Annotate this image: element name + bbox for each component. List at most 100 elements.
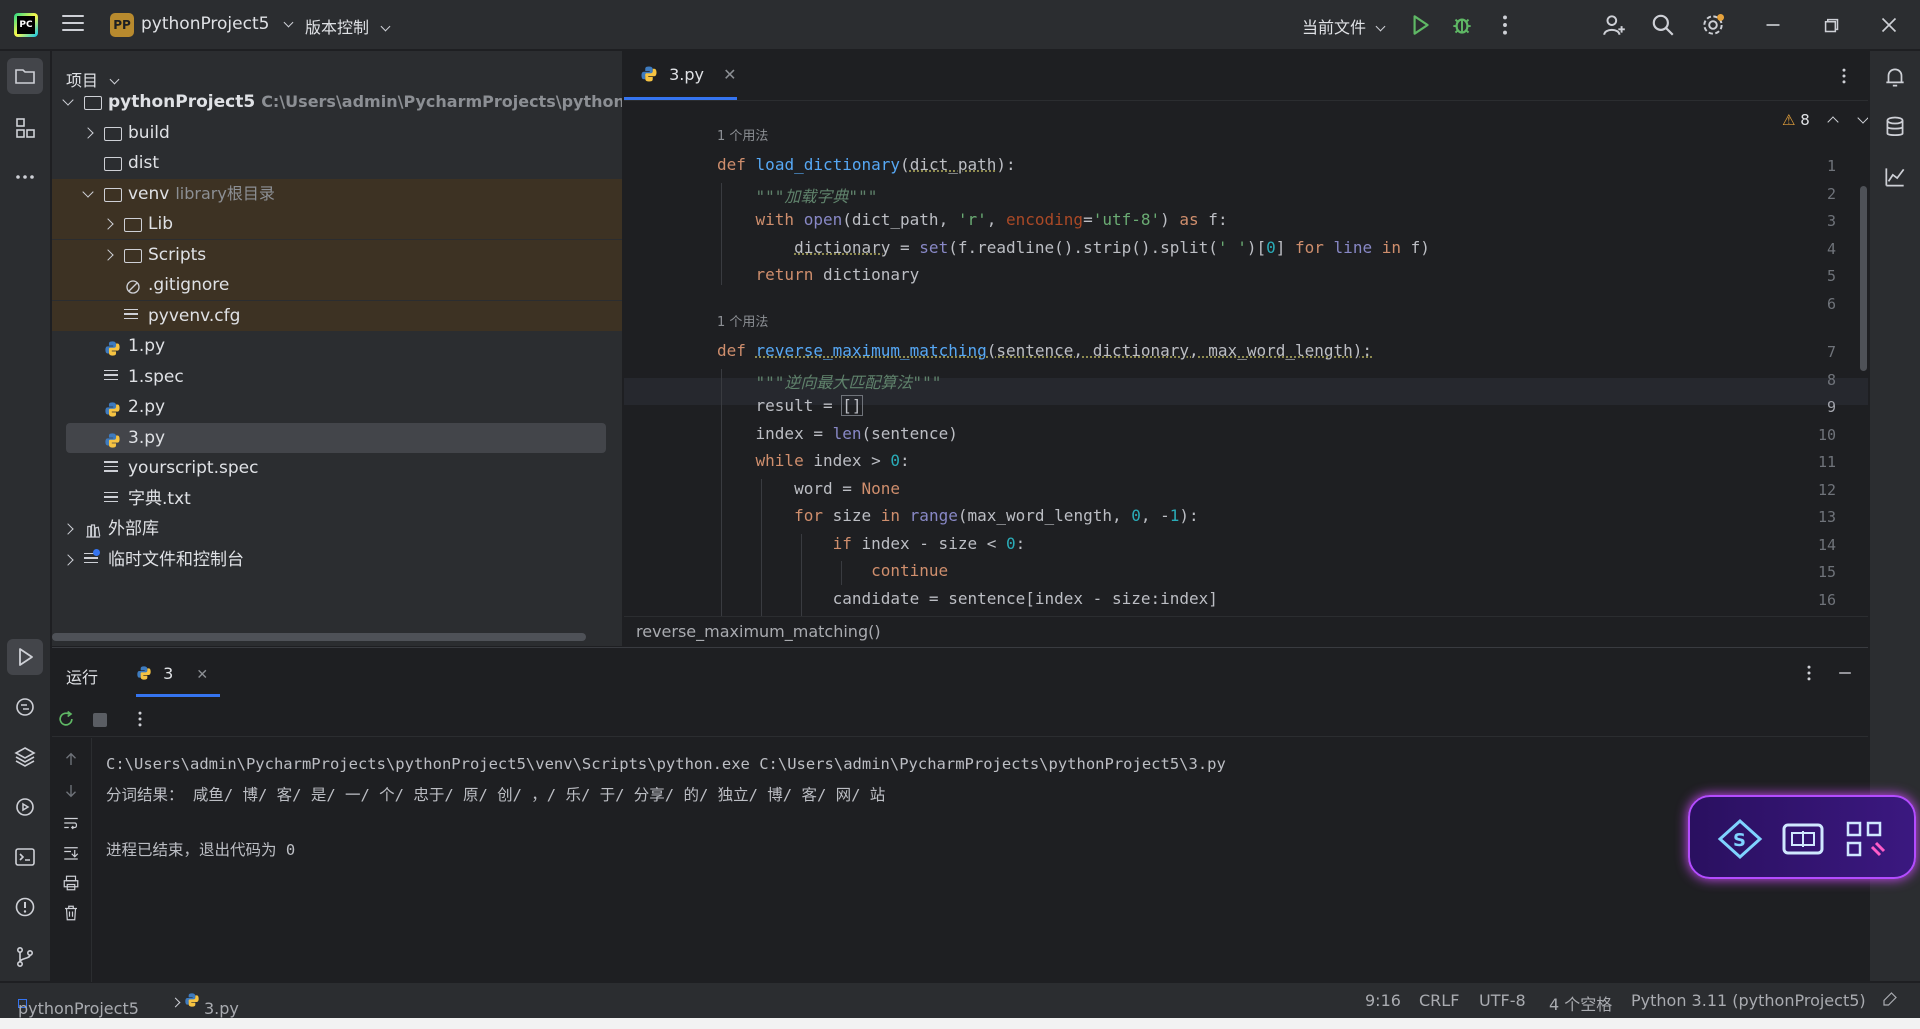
problems-button[interactable]: [7, 889, 43, 925]
chevron-down-icon[interactable]: [82, 185, 94, 198]
horizontal-scrollbar[interactable]: [52, 633, 586, 641]
line-number[interactable]: 1: [1778, 157, 1868, 175]
git-button[interactable]: [7, 939, 43, 975]
line-number[interactable]: 13: [1778, 508, 1868, 526]
editor-vertical-scrollbar[interactable]: [1860, 186, 1867, 371]
add-user-icon[interactable]: [1601, 12, 1627, 38]
editor-breadcrumb[interactable]: reverse_maximum_matching(): [624, 616, 1868, 646]
line-number[interactable]: 15: [1778, 563, 1868, 581]
code-line[interactable]: """逆向最大匹配算法""": [717, 369, 942, 393]
tree-item[interactable]: 临时文件和控制台: [52, 545, 622, 575]
tree-item[interactable]: .gitignore: [52, 270, 622, 300]
line-number[interactable]: 8: [1778, 371, 1868, 389]
line-number[interactable]: 16: [1778, 591, 1868, 609]
rerun-icon[interactable]: [56, 709, 76, 729]
tree-item[interactable]: 外部库: [52, 514, 622, 544]
line-number[interactable]: 6: [1778, 295, 1868, 313]
scroll-to-end-icon[interactable]: [62, 844, 80, 862]
sciview-icon[interactable]: [1882, 164, 1908, 190]
chevron-right-icon[interactable]: [62, 553, 74, 566]
services-button[interactable]: [7, 789, 43, 825]
vcs-menu[interactable]: 版本控制: [305, 14, 391, 38]
python-console-button[interactable]: [7, 689, 43, 725]
soft-wrap-icon[interactable]: [62, 814, 80, 832]
code-line[interactable]: candidate = sentence[index - size:index]: [717, 589, 1218, 608]
tree-item[interactable]: venv library根目录: [52, 178, 622, 209]
editor-tab-3py[interactable]: 3.py ✕: [640, 65, 736, 84]
line-number[interactable]: 11: [1778, 453, 1868, 471]
code-line[interactable]: def load_dictionary(dict_path):: [717, 155, 1016, 174]
code-line[interactable]: for size in range(max_word_length, 0, -1…: [717, 506, 1199, 525]
minimize-icon[interactable]: [1760, 12, 1786, 38]
arrow-up-icon[interactable]: [62, 750, 80, 768]
line-number[interactable]: 12: [1778, 481, 1868, 499]
python-interpreter[interactable]: Python 3.11 (pythonProject5): [1631, 991, 1866, 1010]
tree-item[interactable]: Lib: [52, 209, 622, 239]
code-line[interactable]: result = []: [717, 395, 863, 416]
floating-overlay-widget[interactable]: S: [1688, 795, 1916, 879]
settings-icon[interactable]: [1700, 12, 1726, 38]
chevron-right-icon[interactable]: [62, 523, 74, 535]
terminal-button[interactable]: [7, 839, 43, 875]
more-tools-button[interactable]: [7, 159, 43, 195]
notifications-icon[interactable]: [1882, 64, 1908, 90]
code-line[interactable]: with open(dict_path, 'r', encoding='utf-…: [717, 210, 1228, 229]
tree-item[interactable]: build: [52, 118, 622, 148]
line-number[interactable]: 14: [1778, 536, 1868, 554]
code-line[interactable]: continue: [717, 561, 948, 580]
line-number[interactable]: 10: [1778, 426, 1868, 444]
hamburger-menu-icon[interactable]: [62, 15, 84, 33]
tree-item[interactable]: yourscript.spec: [52, 453, 622, 483]
code-line[interactable]: index = len(sentence): [717, 424, 958, 443]
structure-tool-button[interactable]: [7, 110, 43, 146]
usage-hint[interactable]: 1 个用法: [717, 311, 768, 330]
tree-item[interactable]: pythonProject5 C:\Users\admin\PycharmProj…: [52, 87, 622, 117]
editor-options-icon[interactable]: [1834, 65, 1854, 87]
run-options-icon[interactable]: [1799, 662, 1819, 684]
stop-icon[interactable]: [93, 713, 107, 727]
print-icon[interactable]: [62, 874, 80, 892]
database-icon[interactable]: [1882, 114, 1908, 140]
line-number[interactable]: 7: [1778, 343, 1868, 361]
run-tab-3[interactable]: 3 ✕: [136, 664, 208, 683]
hide-panel-icon[interactable]: [1835, 662, 1855, 684]
tree-item[interactable]: Scripts: [52, 239, 622, 270]
close-icon[interactable]: [1876, 12, 1902, 38]
code-line[interactable]: if index - size < 0:: [717, 534, 1026, 553]
line-number[interactable]: 2: [1778, 185, 1868, 203]
prev-highlight-icon[interactable]: [1826, 116, 1839, 128]
chevron-right-icon[interactable]: [82, 126, 94, 139]
debug-icon[interactable]: [1449, 12, 1475, 38]
pycharm-logo[interactable]: PC: [14, 13, 38, 37]
chevron-right-icon[interactable]: [102, 218, 114, 230]
tree-item[interactable]: pyvenv.cfg: [52, 300, 622, 331]
close-tab-icon[interactable]: ✕: [723, 65, 736, 84]
line-number[interactable]: 5: [1778, 267, 1868, 285]
trash-icon[interactable]: [62, 904, 80, 922]
python-packages-button[interactable]: [7, 739, 43, 775]
line-separator[interactable]: CRLF: [1419, 991, 1459, 1010]
tree-item[interactable]: 3.py: [66, 422, 606, 453]
caret-position[interactable]: 9:16: [1365, 991, 1401, 1010]
tree-item[interactable]: 1.spec: [52, 362, 622, 392]
code-line[interactable]: word = None: [717, 479, 900, 498]
project-badge[interactable]: PP: [110, 13, 134, 37]
tree-item[interactable]: dist: [52, 148, 622, 178]
project-tool-button[interactable]: [7, 58, 43, 94]
usage-hint[interactable]: 1 个用法: [717, 125, 768, 144]
run-tool-button[interactable]: [7, 639, 43, 675]
next-highlight-icon[interactable]: [1857, 112, 1868, 124]
run-config-selector[interactable]: 当前文件: [1302, 14, 1386, 38]
code-line[interactable]: """加载字典""": [717, 183, 878, 207]
close-tab-icon[interactable]: ✕: [196, 667, 208, 683]
tree-item[interactable]: 1.py: [52, 331, 622, 361]
tree-item[interactable]: 字典.txt: [52, 484, 622, 514]
chevron-down-icon[interactable]: [62, 94, 74, 106]
code-line[interactable]: def reverse_maximum_matching(sentence, d…: [717, 341, 1372, 360]
restore-icon[interactable]: [1818, 12, 1844, 38]
file-encoding[interactable]: UTF-8: [1479, 991, 1526, 1010]
line-number[interactable]: 9: [1778, 398, 1868, 416]
more-icon[interactable]: [1492, 12, 1518, 38]
line-number[interactable]: 3: [1778, 212, 1868, 230]
inspection-widget[interactable]: ⚠ 8: [1782, 111, 1868, 129]
